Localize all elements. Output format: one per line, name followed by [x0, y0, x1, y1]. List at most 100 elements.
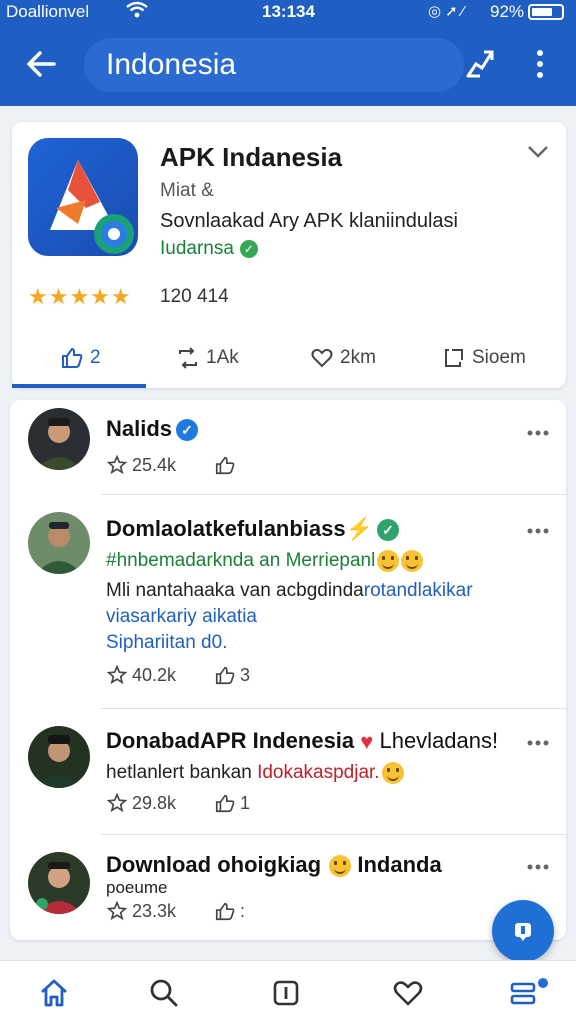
- hashtag-text: #hnbemadarknda an Merriepanl: [106, 550, 376, 572]
- star-rating: ★★★★★: [28, 284, 132, 309]
- avatar[interactable]: [28, 852, 90, 914]
- app-meta: Miat &: [160, 180, 214, 201]
- app-developer[interactable]: Iudarnsa ✓: [160, 238, 258, 260]
- back-arrow-icon[interactable]: [22, 44, 62, 84]
- compose-icon: [515, 923, 531, 941]
- star-outline-icon: [106, 664, 128, 685]
- like-count[interactable]: 23.3k: [106, 900, 176, 922]
- carrier-label: Doallionvel: [6, 2, 90, 21]
- tab-favorites-label: 2km: [340, 347, 376, 368]
- battery-icon: [528, 4, 564, 20]
- thumbs-up-outline-icon: [215, 794, 235, 813]
- tab-reposts-label: 1Ak: [206, 347, 239, 368]
- body-highlight[interactable]: Idokakaspdjar.: [257, 762, 380, 783]
- smile-emoji-icon: [381, 762, 404, 784]
- avatar[interactable]: [28, 512, 90, 574]
- share-box-icon: [445, 349, 463, 367]
- tab-likes-label: 2: [90, 347, 101, 368]
- post-body-line[interactable]: Siphariitan d0.: [106, 632, 227, 654]
- star-outline-icon: [106, 454, 128, 475]
- tab-share-label: Sioem: [472, 347, 526, 368]
- author-name: Download ohoigkiag: [106, 852, 322, 877]
- star-outline-icon: [106, 792, 128, 813]
- like-count-value: 23.3k: [132, 900, 177, 921]
- author-name: Domlaolatkefulanbiass: [106, 516, 346, 541]
- share-count[interactable]: 1: [214, 792, 250, 814]
- post-body-line: Mli nantahaaka van acbgdindarotandlakika…: [106, 580, 473, 602]
- verified-badge-icon: ✓: [176, 419, 199, 442]
- body-text: Mli nantahaaka van acbgdinda: [106, 580, 364, 601]
- thumbs-up-outline-icon: [215, 666, 235, 685]
- lightning-icon: ⚡: [345, 516, 374, 541]
- search-icon[interactable]: [148, 977, 180, 1009]
- app-description: Sovnlaakad Ary APK klaniindulasi: [160, 210, 458, 232]
- avatar[interactable]: [28, 726, 90, 788]
- avatar[interactable]: [28, 408, 90, 470]
- like-count[interactable]: 40.2k: [106, 664, 176, 686]
- developer-name: Iudarnsa: [160, 238, 234, 259]
- active-tab-indicator: [12, 384, 146, 388]
- thumbs-up-outline-icon: [215, 902, 235, 921]
- tab-likes[interactable]: 2: [60, 346, 101, 370]
- app-name: APK Indanesia: [160, 142, 343, 172]
- tab-share[interactable]: Sioem: [442, 346, 526, 370]
- more-options-icon[interactable]: [526, 734, 550, 746]
- post-author[interactable]: Nalids ✓: [106, 416, 199, 442]
- post-body-line: hetlanlert bankan Idokakaspdjar.: [106, 762, 404, 784]
- page-title: Indonesia: [106, 48, 237, 81]
- smile-emoji-icon: [329, 855, 352, 878]
- app-bar: Doallionvel 13:134 ◎➚⁄ 92% Indonesia: [0, 0, 576, 106]
- more-options-icon[interactable]: [526, 522, 550, 534]
- share-count[interactable]: 3: [214, 664, 250, 686]
- location-icon: ➚: [445, 3, 462, 20]
- alarm-icon: ◎: [428, 3, 446, 20]
- post-body-line[interactable]: viasarkariy aikatia: [106, 606, 257, 628]
- rating-count: 120 414: [160, 286, 229, 307]
- post-author[interactable]: DonabadAPR Indenesia ♥ Lhevladans!: [106, 728, 498, 755]
- heart-icon: [311, 348, 333, 368]
- author-suffix: Indanda: [357, 852, 442, 877]
- like-count[interactable]: 29.8k: [106, 792, 176, 814]
- notification-dot: [538, 978, 548, 988]
- app-logo[interactable]: [28, 138, 138, 256]
- bottom-navigation: [0, 960, 576, 1024]
- star-outline-icon: [106, 900, 128, 921]
- share-count[interactable]: [214, 454, 240, 476]
- share-count-value: 1: [240, 792, 251, 813]
- wifi-icon: [126, 1, 148, 24]
- post-hashtag[interactable]: #hnbemadarknda an Merriepanl: [106, 550, 424, 572]
- body-text: hetlanlert bankan: [106, 762, 252, 784]
- chevron-down-icon[interactable]: [526, 144, 550, 160]
- heart-emoji-icon: ♥: [360, 729, 374, 755]
- battery-percent: 92%: [490, 2, 525, 21]
- grin-emoji-icon: [401, 550, 424, 572]
- signal-icon: ⁄: [461, 3, 469, 20]
- share-count[interactable]: :: [214, 900, 245, 922]
- smile-emoji-icon: [377, 550, 400, 572]
- author-name: DonabadAPR Indenesia: [106, 728, 355, 753]
- like-count-value: 29.8k: [132, 792, 177, 813]
- share-icon[interactable]: [462, 46, 498, 82]
- tab-favorites[interactable]: 2km: [310, 346, 376, 370]
- like-count-value: 25.4k: [132, 454, 177, 475]
- divider: [100, 834, 566, 835]
- home-icon[interactable]: [38, 977, 70, 1009]
- more-options-icon[interactable]: [526, 424, 550, 436]
- post-author[interactable]: Download ohoigkiag Indanda: [106, 852, 442, 878]
- thumbs-up-icon: [62, 347, 83, 368]
- clock: 13:134: [262, 2, 315, 21]
- favorites-heart-icon[interactable]: [392, 977, 424, 1009]
- verified-badge-icon: ✓: [377, 519, 400, 542]
- compose-fab[interactable]: [492, 900, 554, 962]
- tab-reposts[interactable]: 1Ak: [176, 346, 239, 370]
- share-count-value: 3: [240, 664, 251, 685]
- body-link[interactable]: rotandlakikar: [364, 580, 473, 601]
- post-author[interactable]: Domlaolatkefulanbiass⚡ ✓: [106, 516, 400, 542]
- status-icons: ◎➚⁄: [428, 2, 468, 20]
- like-count[interactable]: 25.4k: [106, 454, 176, 476]
- more-options-icon[interactable]: [526, 858, 550, 870]
- like-count-value: 40.2k: [132, 664, 177, 685]
- menu-list-icon[interactable]: [508, 977, 540, 1009]
- apps-box-icon[interactable]: [270, 977, 302, 1009]
- overflow-menu-icon[interactable]: [530, 48, 550, 80]
